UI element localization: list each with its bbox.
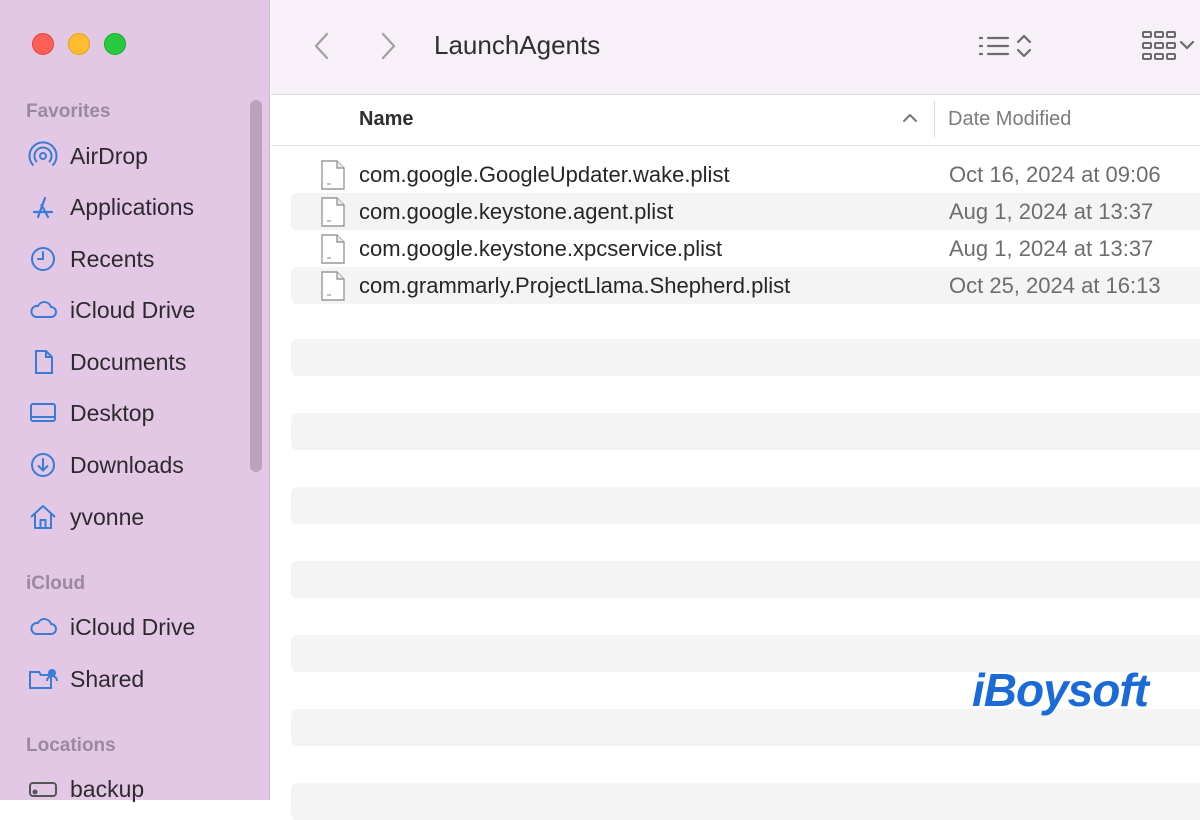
shared-folder-icon [28,664,58,694]
sidebar-item-documents[interactable]: Documents [28,345,248,379]
file-date-modified: Oct 16, 2024 at 09:06 [949,161,1161,187]
sidebar-item-shared[interactable]: Shared [28,662,248,696]
applications-icon [28,192,58,222]
sidebar: Favorites AirDrop Applications Recents i… [0,0,270,802]
sidebar-item-label: Applications [70,193,195,220]
minimize-window-button[interactable] [68,33,90,55]
window-title: LaunchAgents [434,30,601,60]
sidebar-section-icloud: iCloud [26,573,86,594]
download-icon [28,450,58,480]
empty-row [291,783,1200,820]
column-divider[interactable] [934,101,935,137]
window-controls [32,33,126,55]
sidebar-item-home[interactable]: yvonne [28,500,248,534]
sidebar-item-applications[interactable]: Applications [28,190,248,224]
sidebar-item-desktop[interactable]: Desktop [28,396,248,430]
sidebar-item-icloud-drive-2[interactable]: iCloud Drive [28,610,248,644]
desktop-icon [28,398,58,428]
file-date-modified: Aug 1, 2024 at 13:37 [949,235,1154,261]
chevron-left-icon [314,32,329,60]
sidebar-item-label: iCloud Drive [70,296,196,323]
column-header-name[interactable]: Name [359,108,413,131]
file-name: com.google.keystone.agent.plist [359,198,674,224]
file-list: com.google.GoogleUpdater.wake.plist Oct … [291,156,1200,304]
file-row[interactable]: com.grammarly.ProjectLlama.Shepherd.plis… [291,267,1200,304]
sidebar-item-icloud-drive[interactable]: iCloud Drive [28,293,248,327]
forward-button[interactable] [373,28,403,64]
sidebar-item-label: Shared [70,665,145,692]
clock-icon [28,244,58,274]
sidebar-item-label: backup [70,775,145,802]
file-name: com.google.keystone.xpcservice.plist [359,235,723,261]
file-name: com.google.GoogleUpdater.wake.plist [359,161,730,187]
toolbar: LaunchAgents [271,0,1200,95]
back-button[interactable] [307,28,337,64]
list-view-icon [978,36,1010,56]
sidebar-item-label: Recents [70,245,155,272]
document-icon [28,347,58,377]
file-date-modified: Oct 25, 2024 at 16:13 [949,272,1161,298]
plist-file-icon [320,196,346,233]
plist-file-icon [320,270,346,307]
group-options-button[interactable] [1141,30,1197,62]
cloud-icon [28,295,58,325]
empty-row [291,339,1200,376]
empty-row [291,561,1200,598]
sidebar-item-backup[interactable]: backup [28,772,248,806]
empty-row [291,413,1200,450]
file-name: com.grammarly.ProjectLlama.Shepherd.plis… [359,272,791,298]
sidebar-item-downloads[interactable]: Downloads [28,448,248,482]
sidebar-item-label: Documents [70,348,187,375]
sidebar-section-favorites: Favorites [26,101,111,122]
iboysoft-watermark-logo: iBoysoft [972,664,1149,716]
sidebar-section-locations: Locations [26,735,116,756]
file-row[interactable]: com.google.keystone.agent.plist Aug 1, 2… [291,193,1200,230]
empty-row [291,487,1200,524]
sidebar-item-recents[interactable]: Recents [28,242,248,276]
close-window-button[interactable] [32,33,54,55]
up-down-chevron-icon [1016,34,1032,58]
plist-file-icon [320,233,346,270]
sidebar-item-airdrop[interactable]: AirDrop [28,139,248,173]
sidebar-item-label: Downloads [70,451,184,478]
file-row[interactable]: com.google.keystone.xpcservice.plist Aug… [291,230,1200,267]
column-header: Name Date Modified [271,95,1200,146]
sidebar-item-label: AirDrop [70,142,148,169]
column-header-date-modified[interactable]: Date Modified [948,108,1071,131]
grid-view-icon [1142,31,1176,60]
chevron-right-icon [381,32,396,60]
zoom-window-button[interactable] [104,33,126,55]
view-options-button[interactable] [978,32,1034,60]
airdrop-icon [28,141,58,171]
sidebar-scrollbar[interactable] [250,100,262,472]
chevron-down-icon [1179,40,1195,50]
file-date-modified: Aug 1, 2024 at 13:37 [949,198,1154,224]
home-icon [28,502,58,532]
sidebar-item-label: iCloud Drive [70,613,196,640]
sidebar-item-label: yvonne [70,503,145,530]
plist-file-icon [320,159,346,196]
sidebar-item-label: Desktop [70,399,155,426]
file-row[interactable]: com.google.GoogleUpdater.wake.plist Oct … [291,156,1200,193]
cloud-icon [28,612,58,642]
sort-ascending-icon[interactable] [901,109,919,132]
